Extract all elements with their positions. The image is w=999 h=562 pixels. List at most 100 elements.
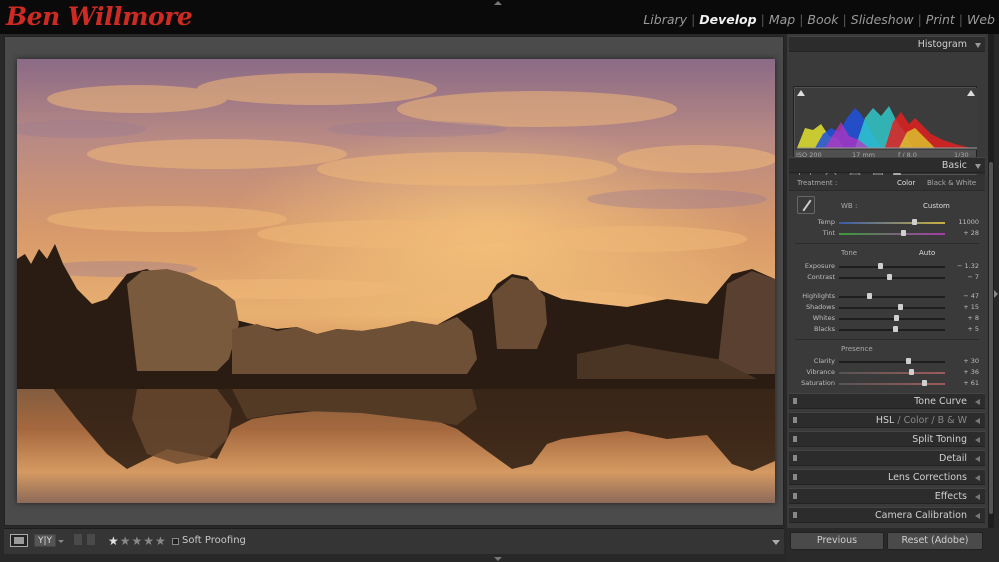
slider-exposure[interactable]: Exposure − 1.32 <box>789 261 985 271</box>
expand-triangle-icon[interactable] <box>975 513 980 519</box>
star-icons-empty[interactable]: ★★★★ <box>120 534 167 548</box>
slider-track[interactable] <box>839 372 945 374</box>
chevron-down-icon[interactable] <box>58 540 64 543</box>
right-panel-scrollbar[interactable] <box>988 34 994 528</box>
slider-value[interactable]: + 30 <box>963 357 979 365</box>
slider-track[interactable] <box>839 307 945 309</box>
slider-handle[interactable] <box>905 358 911 364</box>
slider-track[interactable] <box>839 361 945 363</box>
treatment-bw-button[interactable]: Black & White <box>927 179 976 187</box>
panel-switch-icon[interactable] <box>793 474 797 480</box>
scrollbar-thumb[interactable] <box>989 162 993 514</box>
slider-value[interactable]: + 15 <box>963 303 979 311</box>
slider-value[interactable]: + 36 <box>963 368 979 376</box>
slider-contrast[interactable]: Contrast − 7 <box>789 272 985 282</box>
panel-switch-icon[interactable] <box>793 398 797 404</box>
star-icon[interactable]: ★ <box>108 534 120 548</box>
collapse-right-panel-icon[interactable] <box>994 290 998 298</box>
slider-track[interactable] <box>839 318 945 320</box>
slider-value[interactable]: + 61 <box>963 379 979 387</box>
star-rating[interactable]: ★★★★★ <box>108 534 167 548</box>
panel-header-basic[interactable]: Basic <box>789 157 985 173</box>
expand-triangle-icon[interactable] <box>975 437 980 443</box>
slider-track[interactable] <box>839 266 945 268</box>
before-after-view-button[interactable]: Y|Y <box>34 534 56 547</box>
soft-proofing-checkbox[interactable] <box>172 538 179 545</box>
slider-handle[interactable] <box>921 380 927 386</box>
flag-reject-icon[interactable] <box>87 534 95 545</box>
collapse-triangle-icon[interactable] <box>975 43 981 48</box>
photo-preview[interactable] <box>17 59 775 503</box>
loupe-view-icon[interactable] <box>10 534 28 547</box>
slider-saturation[interactable]: Saturation + 61 <box>789 378 985 388</box>
slider-tint[interactable]: Tint + 28 <box>789 228 985 238</box>
module-book[interactable]: Book <box>807 12 838 27</box>
slider-clarity[interactable]: Clarity + 30 <box>789 356 985 366</box>
collapse-triangle-icon[interactable] <box>975 164 981 169</box>
slider-value[interactable]: 11000 <box>958 218 979 226</box>
slider-temp[interactable]: Temp 11000 <box>789 217 985 227</box>
slider-handle[interactable] <box>893 326 899 332</box>
treatment-color-button[interactable]: Color <box>897 179 915 187</box>
expand-triangle-icon[interactable] <box>975 456 980 462</box>
panel-header-histogram[interactable]: Histogram <box>789 36 985 52</box>
panel-header-camera-calibration[interactable]: Camera Calibration <box>789 507 985 523</box>
panel-switch-icon[interactable] <box>793 455 797 461</box>
slider-handle[interactable] <box>866 293 872 299</box>
expand-triangle-icon[interactable] <box>975 475 980 481</box>
panel-switch-icon[interactable] <box>793 512 797 518</box>
slider-handle[interactable] <box>894 315 900 321</box>
slider-track[interactable] <box>839 277 945 279</box>
module-library[interactable]: Library <box>643 12 687 27</box>
module-web[interactable]: Web <box>967 12 995 27</box>
slider-handle[interactable] <box>900 230 906 236</box>
slider-handle[interactable] <box>898 304 904 310</box>
slider-handle[interactable] <box>912 219 918 225</box>
module-map[interactable]: Map <box>769 12 795 27</box>
panel-header-lens-corrections[interactable]: Lens Corrections <box>789 469 985 485</box>
slider-handle[interactable] <box>909 369 915 375</box>
collapse-top-panel-icon[interactable] <box>494 1 502 5</box>
slider-value[interactable]: − 1.32 <box>957 262 979 270</box>
slider-track[interactable] <box>839 329 945 331</box>
slider-shadows[interactable]: Shadows + 15 <box>789 302 985 312</box>
slider-value[interactable]: − 47 <box>963 292 979 300</box>
slider-blacks[interactable]: Blacks + 5 <box>789 324 985 334</box>
panel-switch-icon[interactable] <box>793 417 797 423</box>
panel-header-hsl[interactable]: HSL / Color / B & W <box>789 412 985 428</box>
slider-value[interactable]: − 7 <box>967 273 979 281</box>
slider-track[interactable] <box>839 233 945 235</box>
slider-track[interactable] <box>839 222 945 224</box>
module-slideshow[interactable]: Slideshow <box>851 12 914 27</box>
slider-whites[interactable]: Whites + 8 <box>789 313 985 323</box>
panel-header-tone-curve[interactable]: Tone Curve <box>789 393 985 409</box>
slider-track[interactable] <box>839 383 945 385</box>
slider-handle[interactable] <box>886 274 892 280</box>
flag-pick-icon[interactable] <box>74 534 82 545</box>
panel-switch-icon[interactable] <box>793 436 797 442</box>
reset-button[interactable]: Reset (Adobe) <box>887 532 983 550</box>
slider-handle[interactable] <box>878 263 884 269</box>
panel-header-effects[interactable]: Effects <box>789 488 985 504</box>
collapse-bottom-panel-icon[interactable] <box>494 557 502 561</box>
slider-highlights[interactable]: Highlights − 47 <box>789 291 985 301</box>
slider-value[interactable]: + 5 <box>967 325 979 333</box>
slider-value[interactable]: + 28 <box>963 229 979 237</box>
slider-value[interactable]: + 8 <box>967 314 979 322</box>
color-tab[interactable]: Color <box>904 415 929 426</box>
slider-vibrance[interactable]: Vibrance + 36 <box>789 367 985 377</box>
eyedropper-icon[interactable] <box>797 196 815 214</box>
hsl-tab[interactable]: HSL <box>876 415 894 426</box>
module-print[interactable]: Print <box>926 12 955 27</box>
slider-track[interactable] <box>839 296 945 298</box>
panel-header-detail[interactable]: Detail <box>789 450 985 466</box>
previous-button[interactable]: Previous <box>790 532 884 550</box>
panel-switch-icon[interactable] <box>793 493 797 499</box>
toolbar-menu-chevron-icon[interactable] <box>772 540 780 545</box>
expand-triangle-icon[interactable] <box>975 399 980 405</box>
panel-header-split-toning[interactable]: Split Toning <box>789 431 985 447</box>
bw-tab[interactable]: B & W <box>938 415 967 426</box>
module-develop[interactable]: Develop <box>699 12 756 27</box>
auto-tone-button[interactable]: Auto <box>919 249 935 257</box>
expand-triangle-icon[interactable] <box>975 494 980 500</box>
